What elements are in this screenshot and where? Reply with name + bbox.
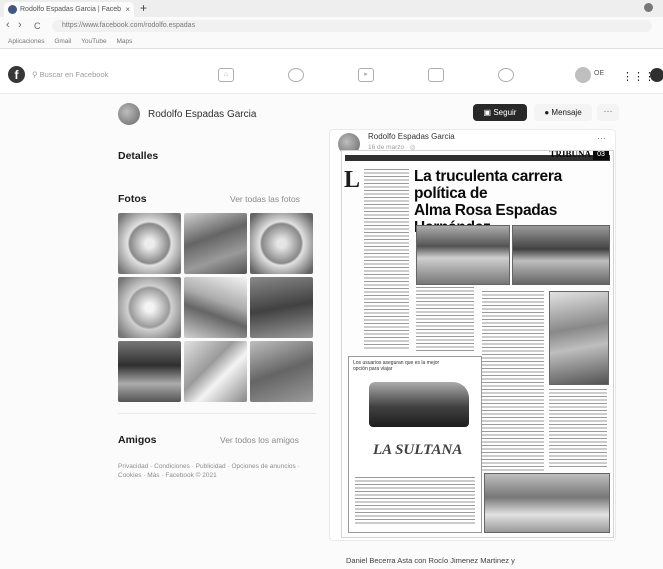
search-icon: ⚲ bbox=[32, 70, 40, 79]
photo-thumbnail[interactable] bbox=[250, 213, 313, 274]
details-heading: Detalles bbox=[118, 150, 159, 162]
profile-avatar[interactable] bbox=[118, 103, 140, 125]
text-column bbox=[482, 291, 544, 471]
ad-brand: LA SULTANA bbox=[373, 442, 463, 458]
back-button[interactable]: ‹ bbox=[6, 19, 10, 31]
post-author-name[interactable]: Rodolfo Espadas Garcia bbox=[368, 132, 455, 141]
account-initials[interactable]: OE bbox=[594, 70, 604, 77]
photo-thumbnail[interactable] bbox=[184, 341, 247, 402]
photo-thumbnail[interactable] bbox=[118, 277, 181, 338]
newspaper-photo bbox=[512, 225, 610, 285]
new-tab-button[interactable]: + bbox=[140, 2, 147, 15]
bookmark-youtube[interactable]: YouTube bbox=[81, 38, 107, 45]
search-placeholder: Buscar en Facebook bbox=[39, 70, 109, 79]
photo-thumbnail[interactable] bbox=[118, 213, 181, 274]
post-options-button[interactable]: ··· bbox=[597, 133, 606, 143]
marketplace-icon[interactable] bbox=[428, 68, 444, 82]
newspaper-image[interactable]: TRIBUNA 03 L La truculenta carrera polít… bbox=[341, 150, 614, 538]
more-options-button[interactable]: ··· bbox=[597, 104, 619, 121]
text-column bbox=[416, 287, 474, 353]
newspaper-photo bbox=[549, 291, 609, 385]
forward-button[interactable]: › bbox=[18, 19, 22, 31]
address-bar[interactable]: https://www.facebook.com/rodolfo.espadas bbox=[52, 20, 652, 32]
footer-links[interactable]: Privacidad · Condiciones · Publicidad · … bbox=[118, 462, 318, 480]
message-button[interactable]: ● Mensaje bbox=[534, 104, 592, 121]
newspaper-photo bbox=[484, 473, 610, 533]
browser-tab[interactable]: Rodolfo Espadas Garcia | Faceb × bbox=[4, 2, 134, 17]
account-avatar[interactable] bbox=[575, 67, 591, 83]
see-all-photos-link[interactable]: Ver todas las fotos bbox=[230, 194, 300, 204]
facebook-logo-icon[interactable]: f bbox=[8, 66, 25, 83]
photo-grid bbox=[118, 213, 314, 403]
text-column bbox=[549, 389, 607, 469]
friends-heading: Amigos bbox=[118, 434, 157, 446]
message-label: Mensaje bbox=[551, 108, 582, 117]
photo-thumbnail[interactable] bbox=[184, 277, 247, 338]
friends-icon[interactable] bbox=[288, 68, 304, 82]
bookmark-gmail[interactable]: Gmail bbox=[54, 38, 71, 45]
reload-button[interactable]: C bbox=[34, 21, 41, 31]
see-all-friends-link[interactable]: Ver todos los amigos bbox=[220, 435, 299, 445]
section-divider bbox=[118, 413, 316, 414]
bookmarks-bar: Aplicaciones Gmail YouTube Maps bbox=[0, 35, 663, 49]
text-column bbox=[364, 169, 409, 349]
home-icon[interactable]: ⌂ bbox=[218, 68, 234, 82]
photo-thumbnail[interactable] bbox=[250, 277, 313, 338]
follow-button[interactable]: ▣ Seguir bbox=[473, 104, 527, 121]
groups-icon[interactable] bbox=[498, 68, 514, 82]
profile-name[interactable]: Rodolfo Espadas Garcia bbox=[148, 109, 256, 120]
drop-cap: L bbox=[344, 167, 361, 193]
newspaper-photo bbox=[416, 225, 510, 285]
newspaper-page-number: 03 bbox=[593, 151, 609, 160]
ad-headline: Los usuarios aseguran que es la mejor op… bbox=[353, 360, 440, 372]
browser-profile-icon[interactable] bbox=[644, 3, 653, 12]
ad-text bbox=[355, 477, 475, 525]
close-tab-icon[interactable]: × bbox=[125, 2, 130, 17]
messenger-icon[interactable] bbox=[650, 68, 663, 82]
search-input[interactable]: ⚲ Buscar en Facebook bbox=[32, 67, 172, 82]
bookmark-apps[interactable]: Aplicaciones bbox=[8, 38, 45, 45]
tab-title: Rodolfo Espadas Garcia | Faceb bbox=[20, 6, 122, 13]
photo-thumbnail[interactable] bbox=[118, 341, 181, 402]
next-post-caption[interactable]: Daniel Becerra Asta con Rocío Jimenez Ma… bbox=[346, 556, 515, 565]
follow-label: Seguir bbox=[493, 108, 517, 117]
photos-heading: Fotos bbox=[118, 193, 147, 205]
bus-image bbox=[369, 382, 469, 427]
photo-thumbnail[interactable] bbox=[184, 213, 247, 274]
bookmark-maps[interactable]: Maps bbox=[116, 38, 132, 45]
follow-icon: ▣ bbox=[483, 108, 494, 117]
bus-advertisement: Los usuarios aseguran que es la mejor op… bbox=[348, 356, 482, 533]
newspaper-masthead: TRIBUNA bbox=[549, 150, 591, 159]
facebook-favicon-icon bbox=[8, 4, 17, 14]
photo-thumbnail[interactable] bbox=[250, 341, 313, 402]
watch-icon[interactable]: ▸ bbox=[358, 68, 374, 82]
headline-line-1: La truculenta carrera política de bbox=[414, 168, 562, 202]
